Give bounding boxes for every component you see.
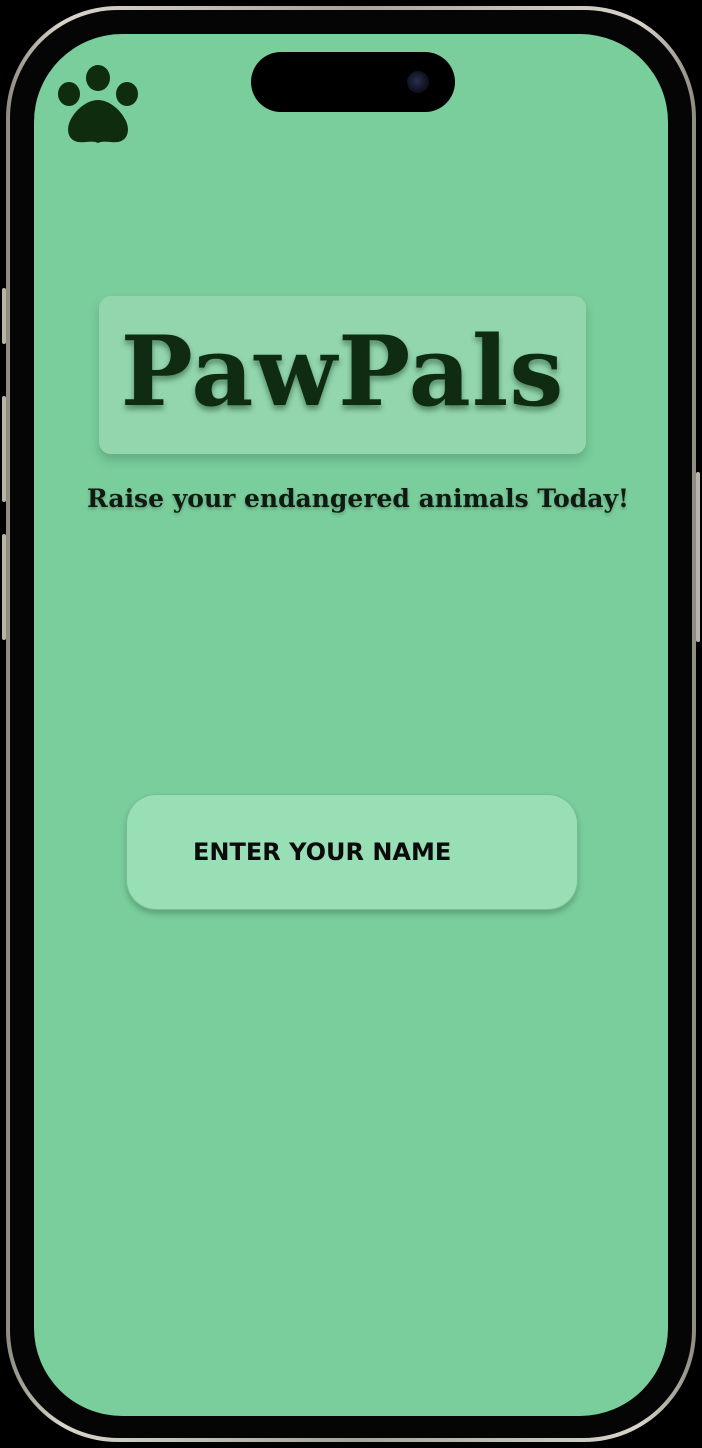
mute-switch (2, 288, 6, 344)
front-camera (407, 71, 429, 93)
volume-down-button (2, 534, 6, 640)
app-tagline: Raise your endangered animals Today! (87, 484, 629, 513)
app-title: PawPals (120, 315, 565, 428)
dynamic-island (251, 52, 455, 112)
title-card: PawPals (99, 296, 586, 454)
name-input[interactable] (126, 794, 578, 910)
paw-icon (56, 64, 140, 146)
app-screen (34, 34, 668, 1416)
